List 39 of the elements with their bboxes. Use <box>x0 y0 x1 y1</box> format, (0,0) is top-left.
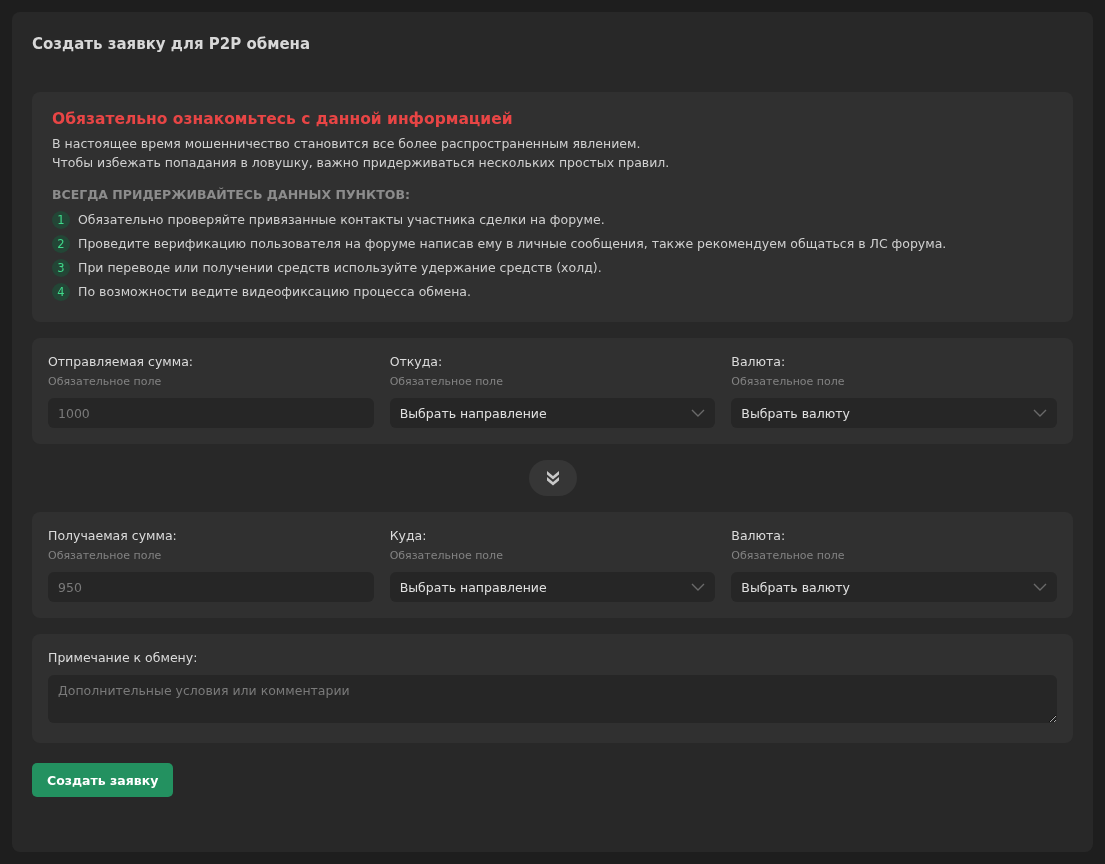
field-hint: Обязательное поле <box>731 375 846 388</box>
field-label: Откуда: <box>389 354 444 369</box>
rule-text: По возможности ведите видеофиксацию процесса обмена. <box>78 284 471 299</box>
rule-number: 3 <box>52 258 70 277</box>
field-label: Куда: <box>389 528 428 543</box>
field-label: Получаемая сумма: <box>48 528 178 543</box>
rule-number: 2 <box>52 234 70 253</box>
dropdown[interactable]: Выбрать валюту <box>731 572 1057 602</box>
field-hint: Обязательное поле <box>48 375 163 388</box>
field-hint: Обязательное поле <box>48 549 163 562</box>
rules-heading: ВСЕГДА ПРИДЕРЖИВАЙТЕСЬ ДАННЫХ ПУНКТОВ: <box>52 187 411 202</box>
field-hint: Обязательное поле <box>389 375 504 388</box>
form-title: Создать заявку для P2P обмена <box>32 34 312 55</box>
dropdown[interactable]: Выбрать валюту <box>731 398 1057 428</box>
field-label: Примечание к обмену: <box>48 650 199 665</box>
field-label: Отправляемая сумма: <box>48 354 195 369</box>
swap-button[interactable] <box>528 460 577 496</box>
submit-button[interactable]: Создать заявку <box>32 763 174 797</box>
notice-text: В настоящее время мошенничество становится все более распространенным явлением. <box>52 135 642 153</box>
dropdown[interactable]: Выбрать направление <box>389 572 716 602</box>
field-label: Валюта: <box>731 528 787 543</box>
rule-text: Обязательно проверяйте привязанные контакты участника сделки на форуме. <box>78 212 605 227</box>
chevron-down-icon <box>691 409 706 417</box>
rule-number: 4 <box>52 282 70 301</box>
chevron-down-icon <box>691 583 706 591</box>
notice-text: Чтобы избежать попадания в ловушку, важно придерживаться нескольких простых правил. <box>52 154 671 172</box>
dropdown[interactable]: Выбрать направление <box>389 398 716 428</box>
rule-text: При переводе или получении средств используйте удержание средств (холд). <box>78 260 602 275</box>
field-label: Валюта: <box>731 354 787 369</box>
field-hint: Обязательное поле <box>389 549 504 562</box>
rule-text: Проведите верификацию пользователя на форуме написав ему в личные сообщения, также рекомендуем общаться в ЛС форума. <box>78 236 947 251</box>
amount-field[interactable]: 950 <box>48 572 374 602</box>
rule-number: 1 <box>52 210 70 229</box>
amount-field[interactable]: 1000 <box>48 398 374 428</box>
field-hint: Обязательное поле <box>731 549 846 562</box>
chevron-down-icon <box>1033 409 1047 417</box>
comment-field[interactable]: Дополнительные условия или комментарии <box>48 675 1057 723</box>
notice-heading: Обязательно ознакомьтесь с данной информацией <box>52 110 514 128</box>
chevron-down-icon <box>1033 583 1047 591</box>
